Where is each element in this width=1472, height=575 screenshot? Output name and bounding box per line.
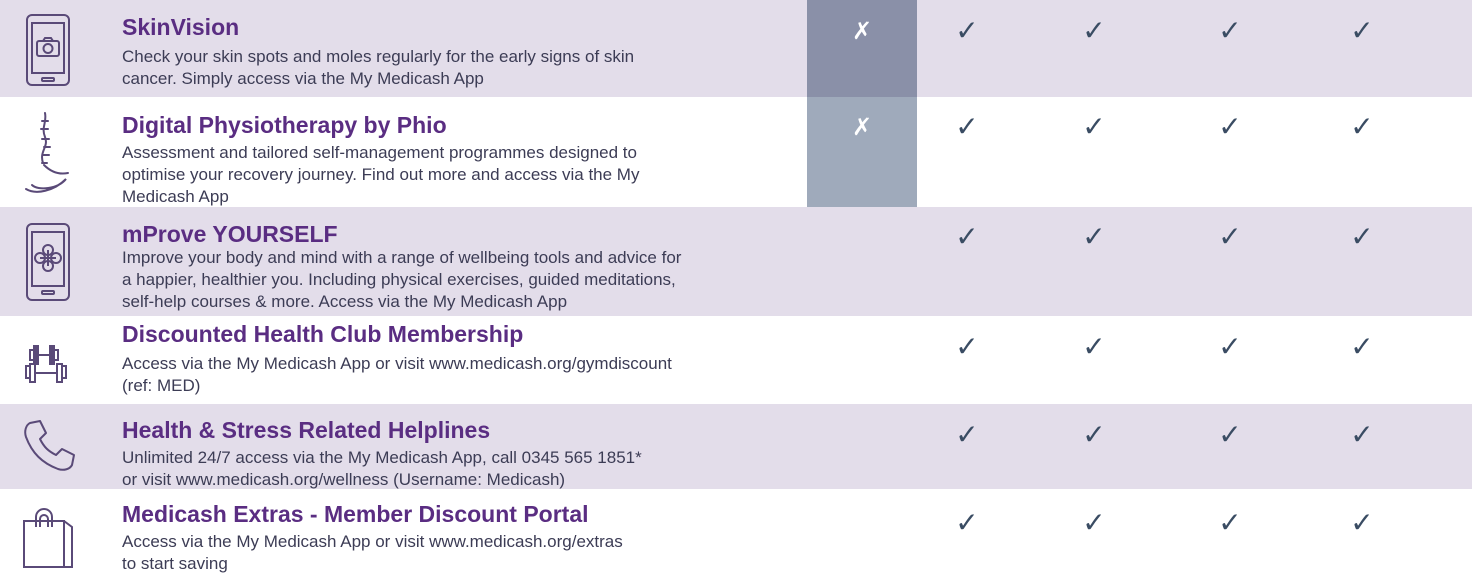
tier-check-mark: ✓ bbox=[1082, 110, 1106, 143]
benefit-description-line: self-help courses & more. Access via the… bbox=[122, 292, 568, 311]
tier-check-mark: ✓ bbox=[955, 506, 979, 539]
benefit-description-line: Access via the My Medicash App or visit … bbox=[122, 354, 672, 373]
tier-check-mark: ✓ bbox=[1082, 14, 1106, 47]
benefit-row-extras: Medicash Extras - Member Discount Portal… bbox=[0, 489, 1472, 573]
tier-check-mark: ✓ bbox=[1218, 14, 1242, 47]
benefit-row-helplines: Health & Stress Related Helplines Unlimi… bbox=[0, 404, 1472, 489]
benefit-description-line: a happier, healthier you. Including phys… bbox=[122, 270, 676, 289]
tier-check-mark: ✓ bbox=[955, 418, 979, 451]
benefit-description-line: Unlimited 24/7 access via the My Medicas… bbox=[122, 448, 642, 467]
tier-check-mark: ✓ bbox=[1218, 220, 1242, 253]
tier-check-mark: ✓ bbox=[1082, 418, 1106, 451]
tablet-camera-icon bbox=[14, 12, 82, 87]
benefit-description-line: to start saving bbox=[122, 554, 228, 573]
tier-check-mark: ✓ bbox=[1218, 110, 1242, 143]
benefit-description-line: cancer. Simply access via the My Medicas… bbox=[122, 69, 484, 88]
benefit-title: Medicash Extras - Member Discount Portal bbox=[122, 501, 589, 527]
tier-check-mark: ✓ bbox=[955, 330, 979, 363]
benefit-title: SkinVision bbox=[122, 14, 240, 40]
phone-icon bbox=[14, 414, 82, 476]
tier-check-mark: ✓ bbox=[1218, 418, 1242, 451]
tier-check-mark: ✓ bbox=[1350, 330, 1374, 363]
tier-cross-mark: ✗ bbox=[851, 17, 873, 45]
tier-check-mark: ✓ bbox=[1218, 330, 1242, 363]
tier-check-mark: ✓ bbox=[1350, 220, 1374, 253]
tier-check-mark: ✓ bbox=[1218, 506, 1242, 539]
benefit-row-mprove: mProve YOURSELF Improve your body and mi… bbox=[0, 207, 1472, 316]
tier-check-mark: ✓ bbox=[955, 14, 979, 47]
benefit-title: Health & Stress Related Helplines bbox=[122, 417, 491, 443]
benefit-description-line: Improve your body and mind with a range … bbox=[122, 248, 682, 267]
benefit-title: Digital Physiotherapy by Phio bbox=[122, 112, 447, 138]
benefit-row-phio: Digital Physiotherapy by Phio Assessment… bbox=[0, 97, 1472, 207]
benefit-title: Discounted Health Club Membership bbox=[122, 321, 524, 347]
tier-check-mark: ✓ bbox=[955, 110, 979, 143]
tier-check-mark: ✓ bbox=[1350, 418, 1374, 451]
benefit-description-line: Assessment and tailored self-management … bbox=[122, 143, 637, 162]
benefit-description-line: Check your skin spots and moles regularl… bbox=[122, 47, 635, 66]
spine-icon bbox=[14, 109, 82, 199]
tier-check-mark: ✓ bbox=[1082, 330, 1106, 363]
tier-check-mark: ✓ bbox=[1082, 506, 1106, 539]
benefit-description-line: or visit www.medicash.org/wellness (User… bbox=[122, 470, 566, 489]
tier-check-mark: ✓ bbox=[1350, 506, 1374, 539]
benefit-row-health-club: Discounted Health Club Membership Access… bbox=[0, 316, 1472, 404]
benefit-description-line: Medicash App bbox=[122, 187, 229, 206]
benefit-description-line: (ref: MED) bbox=[122, 376, 201, 395]
tier-check-mark: ✓ bbox=[1082, 220, 1106, 253]
benefit-description-line: optimise your recovery journey. Find out… bbox=[122, 165, 640, 184]
tablet-wellbeing-icon bbox=[14, 221, 82, 303]
tier-check-mark: ✓ bbox=[1350, 14, 1374, 47]
tier-check-mark: ✓ bbox=[955, 220, 979, 253]
benefit-description-line: Access via the My Medicash App or visit … bbox=[122, 532, 623, 551]
dumbbell-icon bbox=[14, 338, 82, 388]
benefit-row-skinvision: SkinVision Check your skin spots and mol… bbox=[0, 0, 1472, 97]
benefit-title: mProve YOURSELF bbox=[122, 221, 338, 247]
shopping-bag-icon bbox=[14, 501, 82, 571]
tier-cross-mark: ✗ bbox=[851, 113, 873, 141]
tier-check-mark: ✓ bbox=[1350, 110, 1374, 143]
